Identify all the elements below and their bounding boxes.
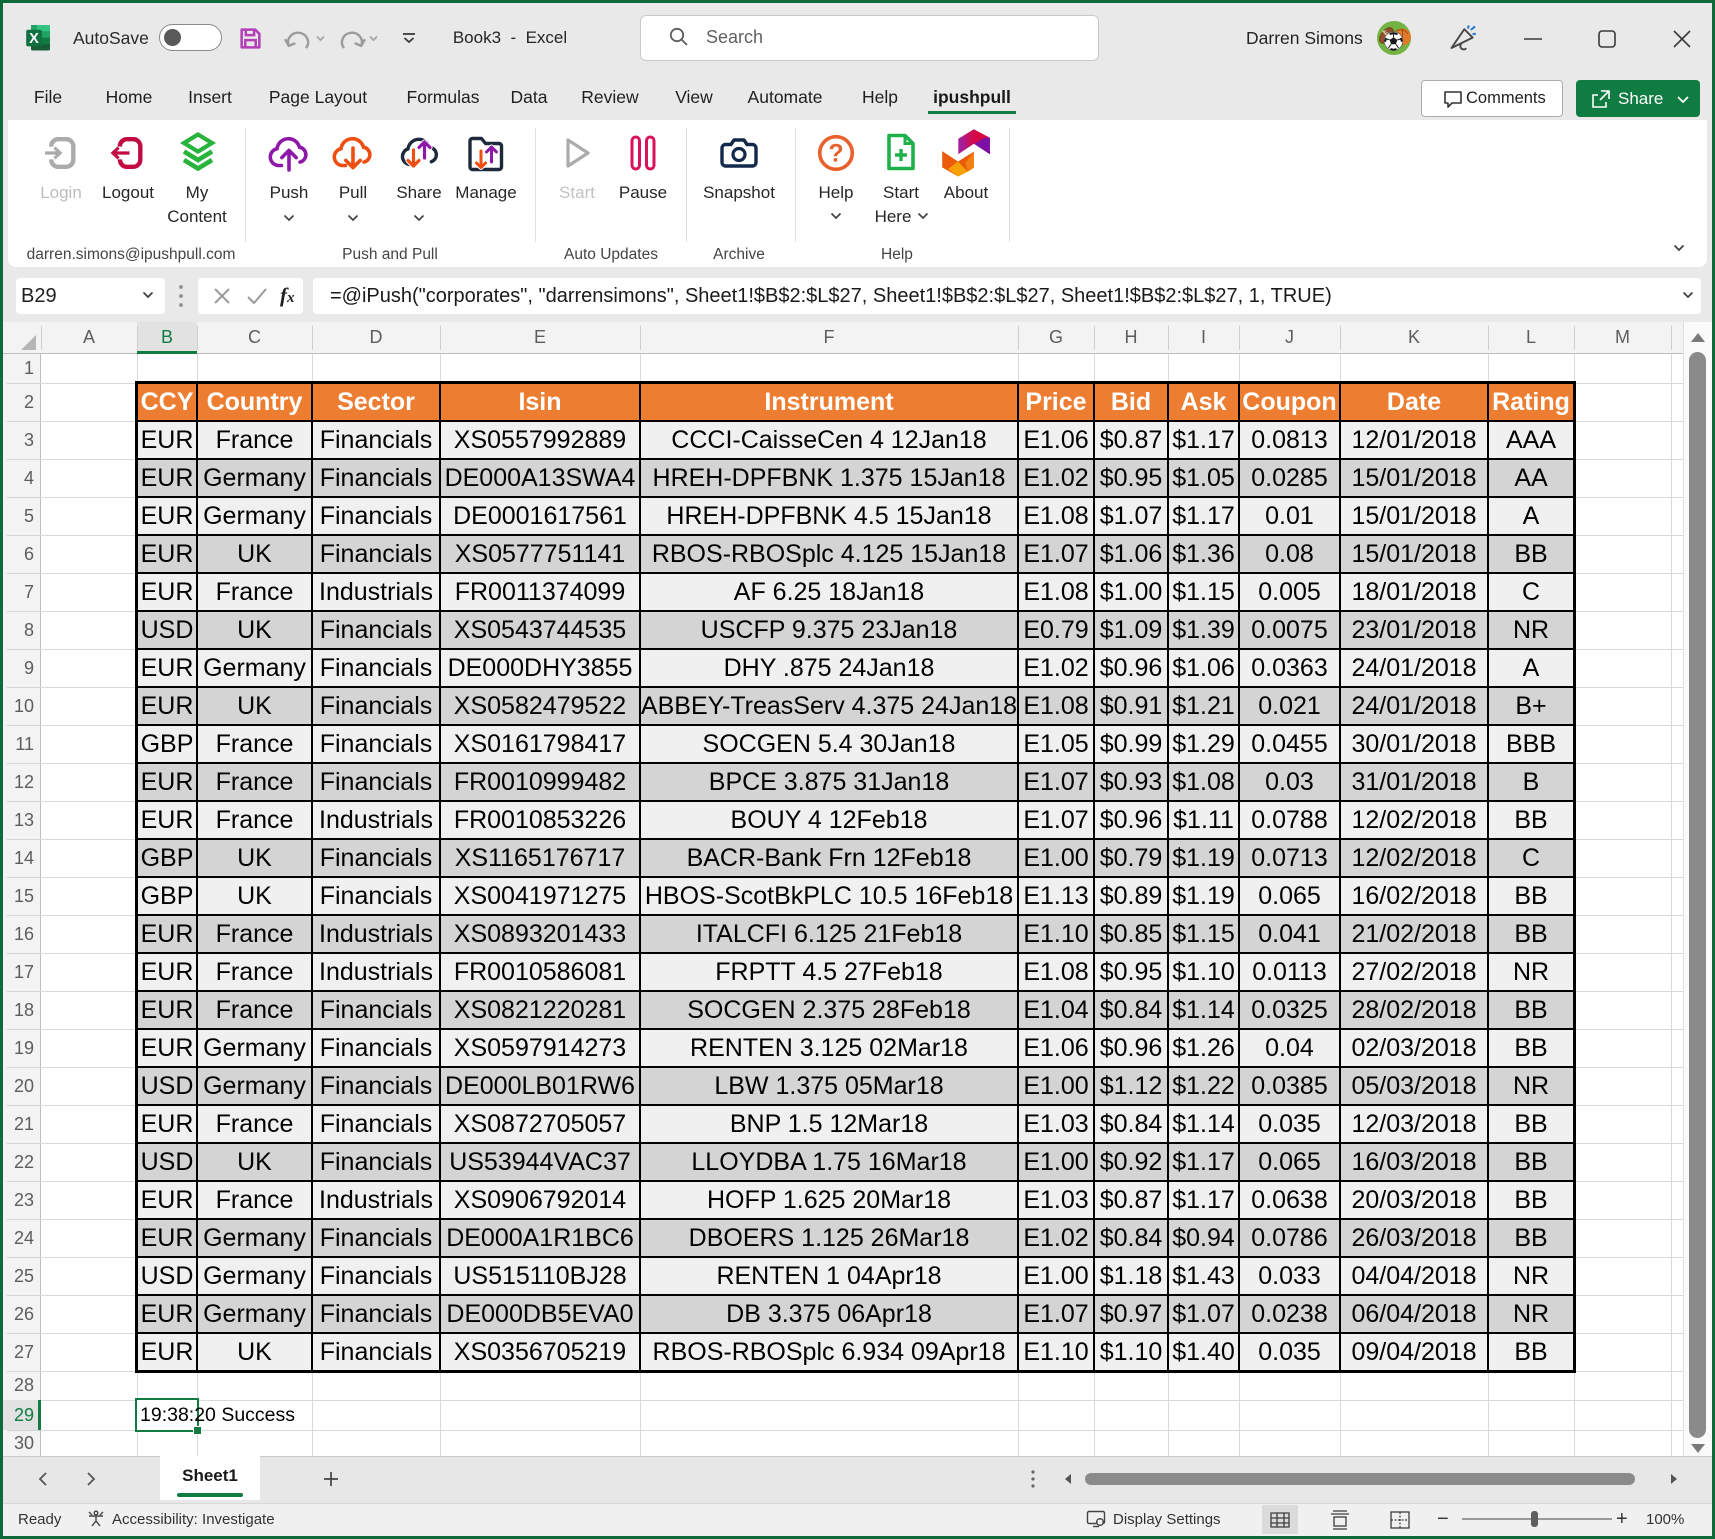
- svg-text:X: X: [29, 31, 39, 47]
- svg-text:?: ?: [828, 140, 843, 168]
